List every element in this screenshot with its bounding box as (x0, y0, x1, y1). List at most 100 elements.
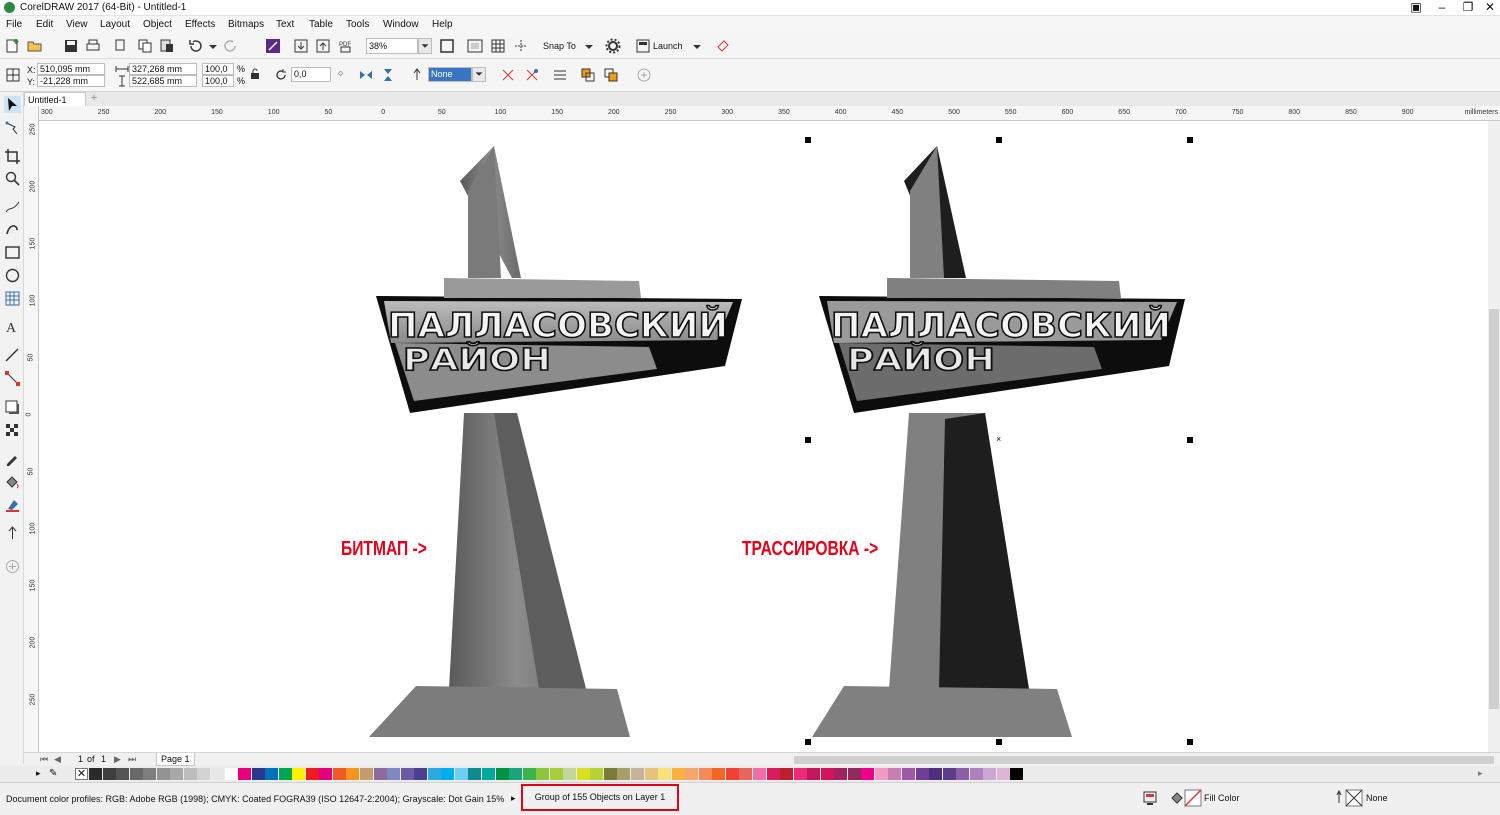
color-swatch[interactable] (332, 768, 346, 780)
color-swatch[interactable] (617, 768, 631, 780)
account-icon[interactable]: ▣ (1404, 0, 1428, 16)
menu-effects[interactable]: Effects (185, 19, 215, 30)
outline-color-icon[interactable] (1334, 789, 1366, 807)
color-swatch[interactable] (685, 768, 699, 780)
menu-table[interactable]: Table (309, 19, 333, 30)
color-swatch[interactable] (387, 768, 401, 780)
restore-button[interactable]: ❐ (1456, 0, 1480, 16)
color-swatch[interactable] (576, 768, 590, 780)
menu-window[interactable]: Window (383, 19, 419, 30)
menu-object[interactable]: Object (143, 19, 172, 30)
selection-handle-top-right[interactable] (1187, 137, 1193, 143)
selection-handle-bottom-left[interactable] (805, 739, 811, 745)
launch-icon[interactable] (634, 37, 652, 55)
selection-handle-bottom-center[interactable] (996, 739, 1002, 745)
new-tab-icon[interactable]: + (88, 93, 100, 105)
color-swatch[interactable] (346, 768, 360, 780)
color-swatch[interactable] (983, 768, 997, 780)
to-back-icon[interactable] (603, 67, 619, 83)
break-apart-icon[interactable] (524, 67, 540, 83)
color-swatch[interactable] (414, 768, 428, 780)
last-page-icon[interactable]: ⏭ (128, 754, 136, 765)
color-swatch[interactable] (360, 768, 373, 780)
horizontal-scroll-thumb[interactable] (794, 756, 1494, 764)
document-color-profiles[interactable]: Document color profiles: RGB: Adobe RGB … (6, 794, 504, 804)
color-swatch[interactable] (143, 768, 157, 780)
menu-view[interactable]: View (66, 19, 88, 30)
color-swatch[interactable] (238, 768, 252, 780)
color-swatch[interactable] (427, 768, 441, 780)
menu-text[interactable]: Text (276, 19, 294, 30)
zoom-tool-icon[interactable] (4, 170, 21, 187)
selection-center-marker-icon[interactable]: × (996, 434, 1001, 444)
color-swatch[interactable] (549, 768, 563, 780)
color-swatch[interactable] (197, 768, 211, 780)
close-button[interactable]: ✕ (1478, 0, 1500, 16)
color-swatch[interactable] (522, 768, 536, 780)
color-swatch[interactable] (712, 768, 726, 780)
color-swatch[interactable] (129, 768, 143, 780)
color-swatch[interactable] (874, 768, 888, 780)
color-swatch[interactable] (563, 768, 577, 780)
lock-ratio-icon[interactable] (248, 67, 262, 81)
text-wrap-icon[interactable] (552, 67, 568, 83)
palette-scroll-left-icon[interactable]: ▸ (36, 768, 41, 779)
connector-tool-icon[interactable] (4, 370, 21, 387)
outline-width-field[interactable]: None (428, 67, 472, 82)
selection-handle-top-center[interactable] (996, 137, 1002, 143)
outline-tool-icon[interactable] (4, 525, 21, 542)
color-swatch[interactable] (861, 768, 875, 780)
color-swatch[interactable] (739, 768, 753, 780)
color-swatch[interactable] (847, 768, 861, 780)
color-swatch[interactable] (658, 768, 672, 780)
color-swatch[interactable] (509, 768, 523, 780)
copy-icon[interactable] (136, 37, 154, 55)
text-tool-icon[interactable]: A (4, 318, 21, 336)
find-objects-icon[interactable] (714, 37, 732, 55)
rectangle-tool-icon[interactable] (4, 244, 21, 261)
options-gear-icon[interactable] (604, 37, 622, 55)
color-swatch[interactable] (468, 768, 482, 780)
menu-file[interactable]: File (6, 19, 22, 30)
parallel-dimension-tool-icon[interactable] (4, 347, 21, 364)
import-icon[interactable] (292, 37, 310, 55)
color-swatch[interactable] (373, 768, 387, 780)
palette-scroll-right-icon[interactable]: ▸ (1478, 768, 1483, 779)
color-swatch[interactable] (644, 768, 658, 780)
print-icon[interactable] (84, 37, 102, 55)
color-swatch[interactable] (116, 768, 130, 780)
pick-tool-icon[interactable] (4, 96, 21, 113)
height-field[interactable]: 522,685 mm (129, 75, 197, 87)
minimize-button[interactable]: – (1430, 0, 1454, 16)
color-swatch[interactable] (319, 768, 333, 780)
cut-icon[interactable] (112, 37, 130, 55)
mirror-horizontal-icon[interactable] (358, 67, 374, 83)
color-swatch[interactable] (156, 768, 170, 780)
to-front-icon[interactable] (580, 67, 596, 83)
export-icon[interactable] (314, 37, 332, 55)
menu-bitmaps[interactable]: Bitmaps (228, 19, 264, 30)
undo-dropdown-icon[interactable] (204, 37, 222, 55)
graph-paper-tool-icon[interactable] (4, 290, 21, 307)
save-icon[interactable] (62, 37, 80, 55)
menu-tools[interactable]: Tools (346, 19, 369, 30)
color-swatch[interactable] (1010, 768, 1024, 780)
open-folder-icon[interactable] (26, 37, 44, 55)
color-swatch[interactable] (631, 768, 644, 780)
color-swatch[interactable] (780, 768, 794, 780)
color-swatch[interactable] (766, 768, 780, 780)
redo-icon[interactable] (222, 37, 240, 55)
color-swatch[interactable] (495, 768, 509, 780)
color-swatch[interactable] (89, 768, 102, 780)
page-tab-1[interactable]: Page 1 (156, 753, 195, 766)
color-swatch[interactable] (942, 768, 956, 780)
color-swatch[interactable] (752, 768, 766, 780)
color-swatch[interactable] (969, 768, 983, 780)
x-position-field[interactable]: 510,095 mm (37, 63, 105, 75)
show-grid-icon[interactable] (489, 37, 507, 55)
color-swatch[interactable] (183, 768, 197, 780)
color-settings-icon[interactable] (1142, 790, 1158, 806)
previous-page-icon[interactable]: ◀ (54, 754, 61, 765)
color-swatch[interactable] (590, 768, 604, 780)
drop-shadow-tool-icon[interactable] (4, 399, 21, 416)
